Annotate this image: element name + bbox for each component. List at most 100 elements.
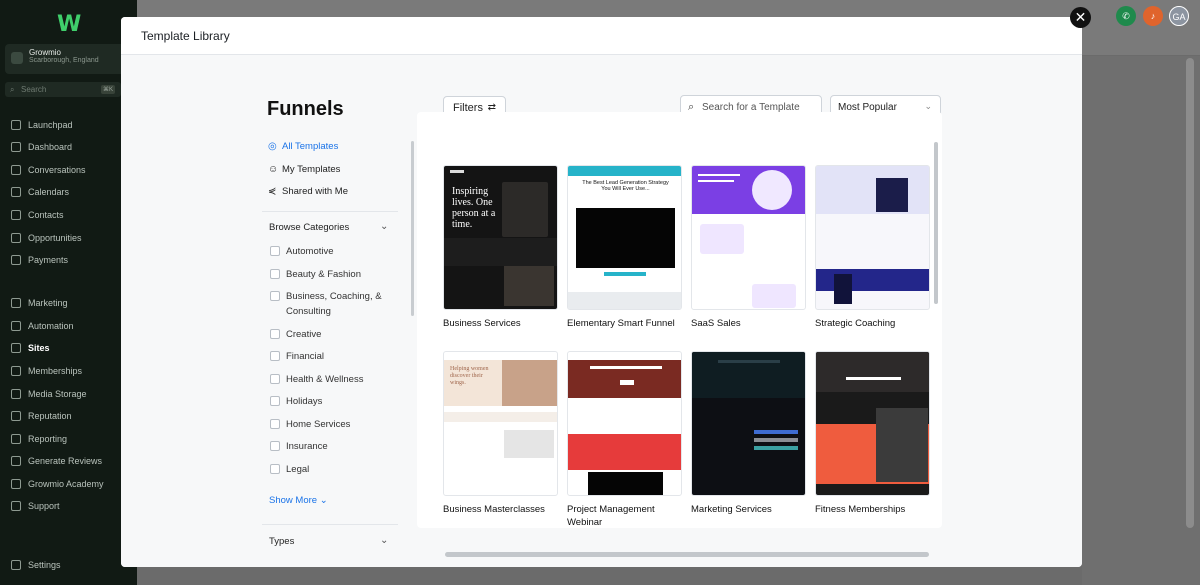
category-label: Beauty & Fashion bbox=[286, 269, 361, 280]
sidebar-item-media-storage[interactable]: Media Storage bbox=[0, 385, 137, 403]
sidebar-item-reporting[interactable]: Reporting bbox=[0, 430, 137, 448]
payments-icon bbox=[11, 255, 21, 265]
headline-line bbox=[846, 377, 901, 380]
link-label: Shared with Me bbox=[282, 186, 349, 197]
sidebar-item-generate-reviews[interactable]: Generate Reviews bbox=[0, 452, 137, 470]
account-location: Scarborough, England bbox=[29, 57, 99, 64]
sidebar-item-reputation[interactable]: Reputation bbox=[0, 407, 137, 425]
page-title: Funnels bbox=[267, 98, 344, 120]
template-thumbnail[interactable] bbox=[815, 351, 930, 496]
category-holidays[interactable]: Holidays bbox=[270, 394, 322, 409]
checkbox[interactable] bbox=[270, 351, 280, 361]
chevron-down-icon: ⌄ bbox=[924, 101, 932, 111]
portrait-image bbox=[502, 182, 548, 237]
sidebar-item-dashboard[interactable]: Dashboard bbox=[0, 138, 137, 156]
checkbox[interactable] bbox=[270, 269, 280, 279]
checkbox[interactable] bbox=[270, 441, 280, 451]
memberships-icon bbox=[11, 366, 21, 376]
close-button[interactable]: ✕ bbox=[1070, 7, 1091, 28]
divider bbox=[262, 524, 398, 525]
sidebar-item-settings[interactable]: Settings bbox=[0, 556, 137, 574]
launchpad-icon bbox=[11, 120, 21, 130]
academy-icon bbox=[11, 479, 21, 489]
sidebar-item-label: Marketing bbox=[28, 298, 68, 308]
category-financial[interactable]: Financial bbox=[270, 349, 324, 364]
category-beauty-fashion[interactable]: Beauty & Fashion bbox=[270, 267, 361, 282]
template-thumbnail[interactable] bbox=[815, 165, 930, 310]
template-thumbnail[interactable] bbox=[691, 165, 806, 310]
sidebar-item-contacts[interactable]: Contacts bbox=[0, 206, 137, 224]
chevron-down-icon: ⌄ bbox=[380, 221, 389, 232]
category-automotive[interactable]: Automotive bbox=[270, 244, 334, 259]
icon-row bbox=[444, 412, 557, 422]
check-circle-icon: ◎ bbox=[268, 141, 277, 152]
sidebar-item-memberships[interactable]: Memberships bbox=[0, 362, 137, 380]
sidebar-item-automation[interactable]: Automation bbox=[0, 317, 137, 335]
gear-icon bbox=[11, 560, 21, 570]
template-thumbnail[interactable]: The Best Lead Generation Strategy You Wi… bbox=[567, 165, 682, 310]
avatar[interactable]: GA bbox=[1169, 6, 1189, 26]
category-creative[interactable]: Creative bbox=[270, 327, 321, 342]
reporting-icon bbox=[11, 434, 21, 444]
link-label: My Templates bbox=[282, 164, 341, 175]
sidebar-item-label: Dashboard bbox=[28, 142, 73, 152]
progress-bar bbox=[754, 438, 798, 442]
checkbox[interactable] bbox=[270, 246, 280, 256]
headline-line bbox=[698, 180, 734, 182]
account-icon bbox=[11, 52, 23, 64]
checkbox[interactable] bbox=[270, 396, 280, 406]
account-switcher[interactable]: Growmio Scarborough, England bbox=[5, 44, 133, 74]
checkbox[interactable] bbox=[270, 291, 280, 301]
video-placeholder bbox=[576, 208, 675, 268]
page-scrollbar[interactable] bbox=[1186, 58, 1194, 528]
sidebar-item-payments[interactable]: Payments bbox=[0, 251, 137, 269]
link-shared-with-me[interactable]: ⋞ Shared with Me bbox=[268, 186, 348, 197]
logo-placeholder bbox=[450, 170, 464, 173]
template-thumbnail[interactable] bbox=[567, 351, 682, 496]
sidebar-item-marketing[interactable]: Marketing bbox=[0, 294, 137, 312]
link-all-templates[interactable]: ◎ All Templates bbox=[268, 141, 338, 152]
sidebar-search-placeholder: Search bbox=[21, 85, 47, 94]
category-health-wellness[interactable]: Health & Wellness bbox=[270, 372, 363, 387]
cta-placeholder bbox=[604, 272, 646, 276]
template-thumbnail[interactable]: Inspiring lives. One person at a time. bbox=[443, 165, 558, 310]
sidebar-item-calendars[interactable]: Calendars bbox=[0, 183, 137, 201]
checkbox[interactable] bbox=[270, 374, 280, 384]
section-label: Browse Categories bbox=[269, 222, 350, 233]
checkbox[interactable] bbox=[270, 419, 280, 429]
category-insurance[interactable]: Insurance bbox=[270, 439, 328, 454]
sidebar-item-growmio-academy[interactable]: Growmio Academy bbox=[0, 475, 137, 493]
growmio-logo-icon[interactable]: W bbox=[57, 12, 81, 37]
sidebar-item-label: Memberships bbox=[28, 366, 83, 376]
browse-categories-toggle[interactable]: Browse Categories ⌄ bbox=[269, 221, 388, 233]
sidebar-search[interactable]: ⌕ Search ⌘K bbox=[5, 82, 121, 97]
sidebar-item-label: Reputation bbox=[28, 411, 72, 421]
category-business-coaching[interactable]: Business, Coaching, & Consulting bbox=[270, 289, 400, 319]
show-more-link[interactable]: Show More ⌄ bbox=[269, 495, 328, 506]
sidebar-item-launchpad[interactable]: Launchpad bbox=[0, 116, 137, 134]
bell-icon[interactable]: ♪ bbox=[1143, 6, 1163, 26]
link-my-templates[interactable]: ☺ My Templates bbox=[268, 164, 340, 175]
show-more-label: Show More bbox=[269, 495, 318, 506]
sidebar: W Growmio Scarborough, England ⌕ Search … bbox=[0, 0, 137, 585]
checkbox[interactable] bbox=[270, 464, 280, 474]
sidebar-item-opportunities[interactable]: Opportunities bbox=[0, 229, 137, 247]
sidebar-item-conversations[interactable]: Conversations bbox=[0, 161, 137, 179]
filter-panel-scrollbar[interactable] bbox=[411, 141, 414, 316]
grid-scrollbar[interactable] bbox=[934, 142, 938, 304]
star-icon bbox=[11, 456, 21, 466]
template-thumbnail[interactable]: Helping women discover their wings. bbox=[443, 351, 558, 496]
sidebar-item-label: Conversations bbox=[28, 165, 86, 175]
help-icon bbox=[11, 501, 21, 511]
types-toggle[interactable]: Types ⌄ bbox=[269, 535, 388, 547]
category-legal[interactable]: Legal bbox=[270, 462, 309, 477]
phone-icon[interactable]: ✆ bbox=[1116, 6, 1136, 26]
category-home-services[interactable]: Home Services bbox=[270, 417, 350, 432]
template-thumbnail[interactable] bbox=[691, 351, 806, 496]
shortcut-badge: ⌘K bbox=[100, 85, 115, 94]
sidebar-item-support[interactable]: Support bbox=[0, 497, 137, 515]
checkbox[interactable] bbox=[270, 329, 280, 339]
sidebar-item-sites[interactable]: Sites bbox=[0, 339, 137, 357]
grid-horizontal-scrollbar[interactable] bbox=[445, 552, 929, 557]
media-icon bbox=[11, 389, 21, 399]
